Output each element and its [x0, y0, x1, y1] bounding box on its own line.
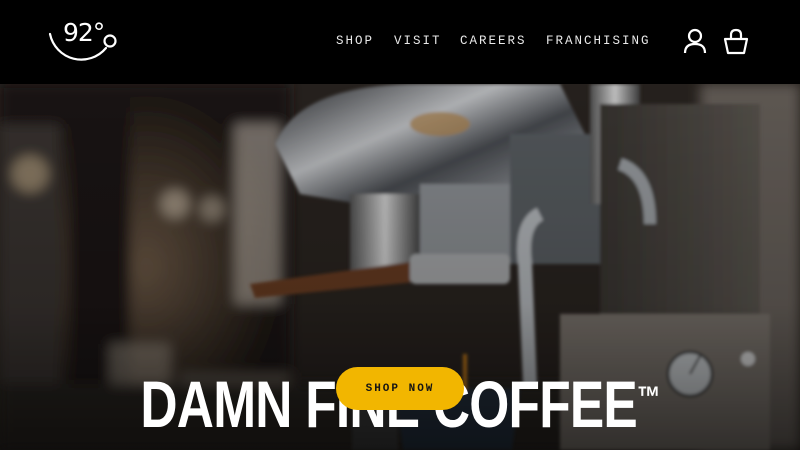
cart-button[interactable] — [723, 28, 749, 56]
logo-text: 92° — [63, 18, 105, 47]
trademark-symbol: ™ — [636, 381, 660, 414]
nav-item-shop[interactable]: SHOP — [336, 34, 374, 48]
nav-item-careers[interactable]: CAREERS — [460, 34, 527, 48]
nav-item-franchising[interactable]: FRANCHISING — [546, 34, 651, 48]
shop-now-button[interactable]: SHOP NOW — [336, 367, 464, 410]
site-header: 92° SHOP VISIT CAREERS FRANCHISING — [0, 0, 800, 84]
brand-logo[interactable]: 92° — [44, 14, 120, 68]
shopping-bag-icon — [723, 28, 749, 55]
account-button[interactable] — [683, 28, 709, 56]
nav-item-visit[interactable]: VISIT — [394, 34, 442, 48]
user-icon — [683, 28, 707, 54]
